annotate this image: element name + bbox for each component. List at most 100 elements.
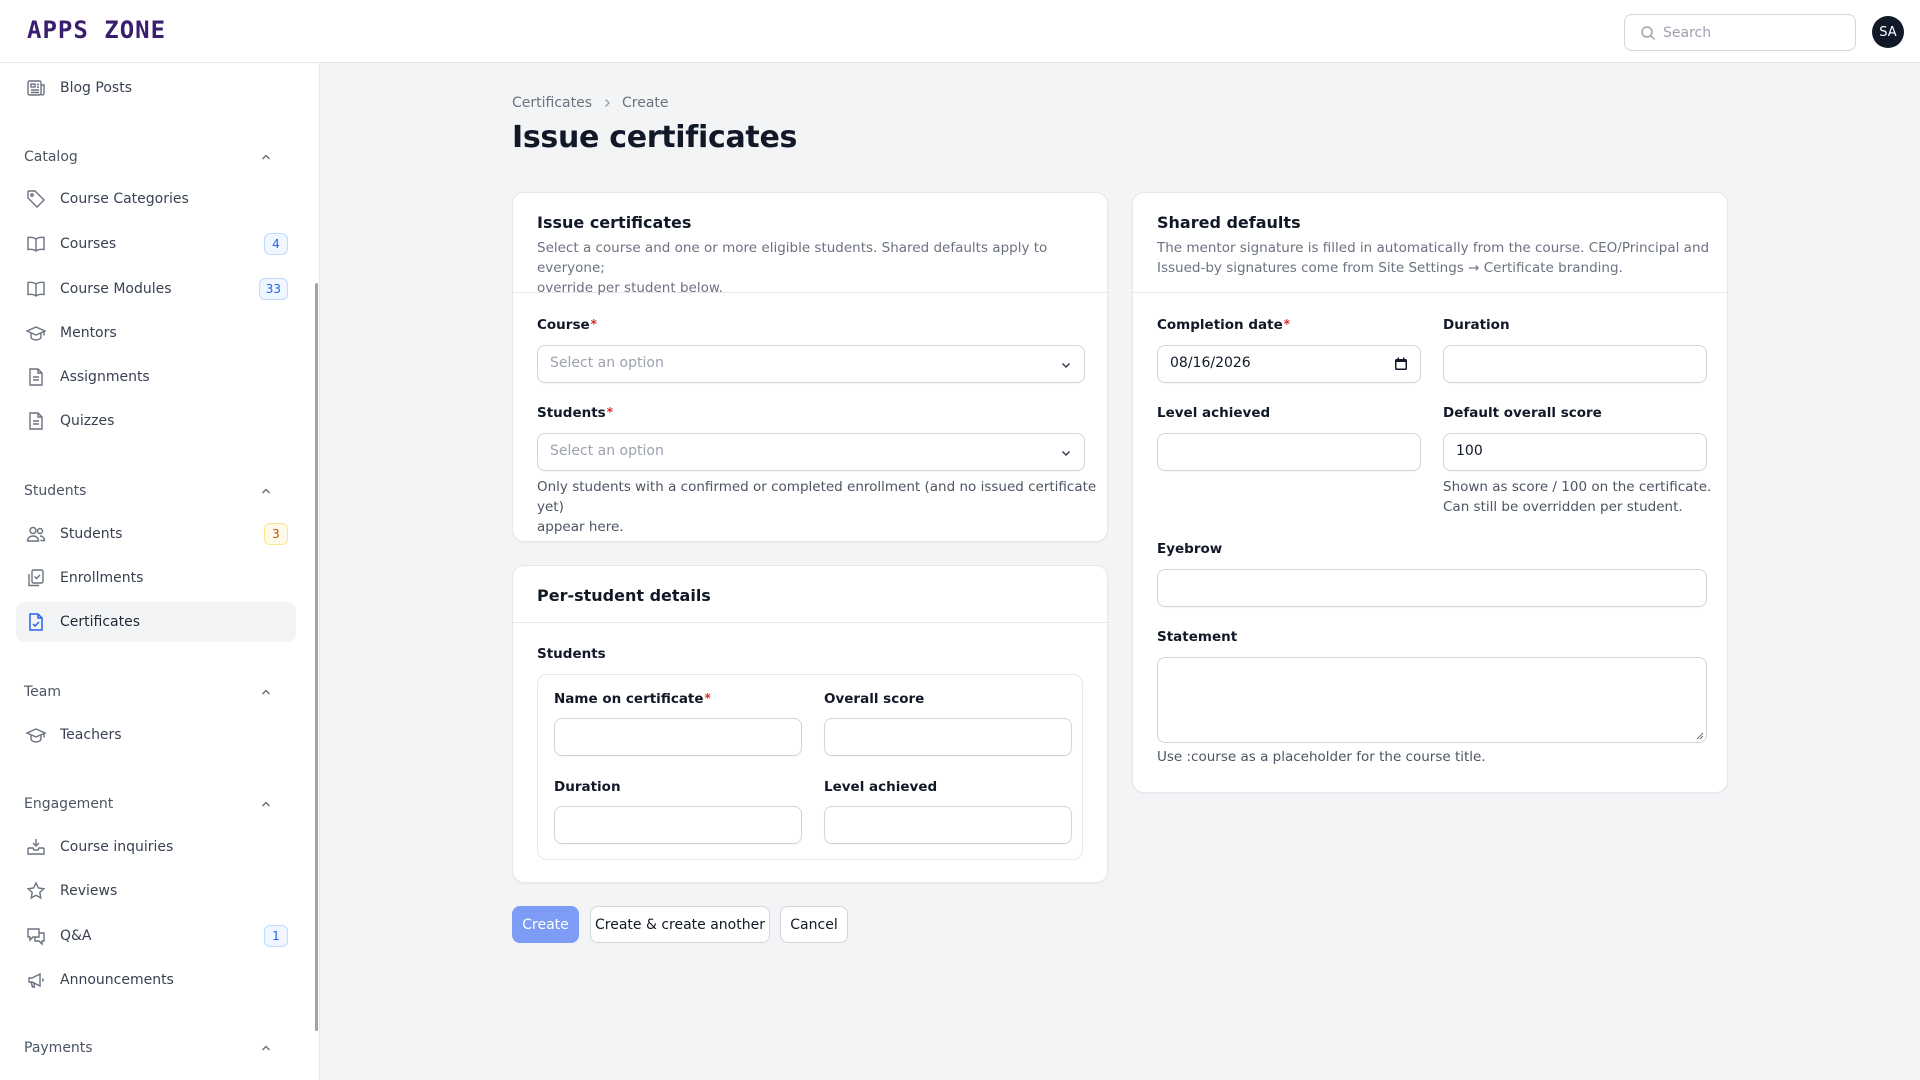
search-input[interactable] bbox=[1663, 21, 1843, 45]
label-text: Name on certificate bbox=[554, 691, 704, 707]
card-title: Issue certificates bbox=[537, 213, 692, 232]
card-header: Shared defaults The mentor signature is … bbox=[1133, 193, 1727, 293]
description-line: Select a course and one or more eligible… bbox=[537, 240, 1048, 276]
book-icon bbox=[27, 236, 45, 252]
sidebar-item-courses[interactable]: Courses 4 bbox=[16, 224, 296, 264]
app-logo[interactable]: APPS ZONE bbox=[27, 16, 166, 44]
date-value: 08/16/2026 bbox=[1170, 355, 1251, 371]
chevron-right-icon bbox=[605, 99, 611, 107]
chat-bubbles-icon bbox=[27, 928, 45, 946]
sidebar-item-label: Course Modules bbox=[60, 281, 172, 297]
user-avatar[interactable]: SA bbox=[1872, 16, 1904, 48]
calendar-icon[interactable] bbox=[1394, 357, 1408, 371]
select-placeholder: Select an option bbox=[550, 355, 664, 371]
star-icon bbox=[26, 881, 46, 900]
sidebar-scrollbar[interactable] bbox=[315, 283, 318, 1031]
sidebar-group-payments[interactable]: Payments bbox=[24, 1036, 284, 1060]
required-mark: * bbox=[590, 317, 597, 331]
statement-textarea[interactable] bbox=[1157, 657, 1707, 743]
sidebar-group-catalog[interactable]: Catalog bbox=[24, 145, 284, 169]
search-box[interactable] bbox=[1624, 14, 1856, 51]
chevron-up-icon bbox=[261, 488, 271, 494]
level-achieved-input[interactable] bbox=[1157, 433, 1421, 471]
select-placeholder: Select an option bbox=[550, 443, 664, 459]
sidebar-item-label: Teachers bbox=[60, 727, 122, 743]
duration-input[interactable] bbox=[554, 806, 802, 844]
sidebar-item-qa[interactable]: Q&A 1 bbox=[16, 916, 296, 956]
tag-icon bbox=[27, 190, 45, 208]
per-student-details-card: Per-student details Students Name on cer… bbox=[512, 565, 1108, 883]
sidebar-item-students[interactable]: Students 3 bbox=[16, 514, 296, 554]
sidebar-item-assignments[interactable]: Assignments bbox=[16, 357, 296, 397]
sidebar-item-teachers[interactable]: Teachers bbox=[16, 715, 296, 755]
chevron-up-icon bbox=[261, 689, 271, 695]
page-title: Issue certificates bbox=[512, 120, 798, 155]
help-line: appear here. bbox=[537, 519, 624, 535]
create-button[interactable]: Create bbox=[512, 906, 579, 943]
duration-label: Duration bbox=[554, 779, 621, 795]
label-text: Course bbox=[537, 317, 590, 333]
sidebar-item-label: Enrollments bbox=[60, 570, 144, 586]
level-achieved-input[interactable] bbox=[824, 806, 1072, 844]
sidebar-group-engagement[interactable]: Engagement bbox=[24, 792, 284, 816]
name-on-certificate-input[interactable] bbox=[554, 718, 802, 756]
duration-input[interactable] bbox=[1443, 345, 1707, 383]
sidebar-item-quizzes[interactable]: Quizzes bbox=[16, 401, 296, 441]
resize-handle-icon[interactable] bbox=[1694, 730, 1704, 740]
sidebar-item-label: Course inquiries bbox=[60, 839, 174, 855]
sidebar-item-reviews[interactable]: Reviews bbox=[16, 871, 296, 911]
sidebar-item-label: Courses bbox=[60, 236, 117, 252]
sidebar-item-label: Announcements bbox=[60, 972, 174, 988]
issue-certificates-card: Issue certificates Select a course and o… bbox=[512, 192, 1108, 542]
sidebar-item-announcements[interactable]: Announcements bbox=[16, 960, 296, 1000]
required-mark: * bbox=[704, 691, 711, 705]
sidebar: Blog Posts Catalog Course Categories Cou… bbox=[0, 63, 320, 1080]
duration-label: Duration bbox=[1443, 317, 1510, 333]
students-label: Students* bbox=[537, 405, 613, 421]
sidebar-group-label: Payments bbox=[24, 1040, 93, 1056]
students-select[interactable]: Select an option bbox=[537, 433, 1085, 471]
score-help-text: Shown as score / 100 on the certificate.… bbox=[1443, 477, 1711, 517]
name-on-certificate-label: Name on certificate* bbox=[554, 691, 711, 707]
create-and-create-another-button[interactable]: Create & create another bbox=[590, 906, 770, 943]
sidebar-group-label: Team bbox=[24, 684, 62, 700]
card-title: Shared defaults bbox=[1157, 213, 1301, 232]
course-select[interactable]: Select an option bbox=[537, 345, 1085, 383]
students-help-text: Only students with a confirmed or comple… bbox=[537, 477, 1107, 537]
sidebar-item-course-modules[interactable]: Course Modules 33 bbox=[16, 269, 296, 309]
sidebar-item-blog-posts[interactable]: Blog Posts bbox=[16, 68, 296, 108]
course-label: Course* bbox=[537, 317, 597, 333]
card-header: Issue certificates Select a course and o… bbox=[513, 193, 1107, 296]
chevron-up-icon bbox=[261, 801, 271, 807]
inbox-icon bbox=[27, 839, 45, 855]
default-overall-score-label: Default overall score bbox=[1443, 405, 1602, 421]
sidebar-group-students[interactable]: Students bbox=[24, 479, 284, 503]
help-line: Only students with a confirmed or comple… bbox=[537, 479, 1097, 515]
eyebrow-input[interactable] bbox=[1157, 569, 1707, 607]
completion-date-input[interactable]: 08/16/2026 bbox=[1157, 345, 1421, 383]
description-line: override per student below. bbox=[537, 280, 723, 296]
breadcrumb-link-certificates[interactable]: Certificates bbox=[512, 95, 592, 111]
overall-score-input[interactable] bbox=[824, 718, 1072, 756]
sidebar-item-certificates[interactable]: Certificates bbox=[16, 602, 296, 642]
document-icon bbox=[29, 368, 43, 386]
help-line: Shown as score / 100 on the certificate. bbox=[1443, 479, 1712, 495]
cancel-button[interactable]: Cancel bbox=[780, 906, 848, 943]
sidebar-item-label: Mentors bbox=[60, 325, 117, 341]
default-overall-score-input[interactable]: 100 bbox=[1443, 433, 1707, 471]
sidebar-item-course-categories[interactable]: Course Categories bbox=[16, 179, 296, 219]
required-mark: * bbox=[1283, 317, 1291, 331]
completion-date-label: Completion date* bbox=[1157, 317, 1290, 333]
users-icon bbox=[26, 526, 46, 542]
help-line: Can still be overridden per student. bbox=[1443, 499, 1683, 515]
count-badge: 33 bbox=[258, 278, 288, 300]
sidebar-group-team[interactable]: Team bbox=[24, 680, 284, 704]
sidebar-item-mentors[interactable]: Mentors bbox=[16, 313, 296, 353]
sidebar-item-label: Students bbox=[60, 526, 123, 542]
sidebar-item-enrollments[interactable]: Enrollments bbox=[16, 558, 296, 598]
sidebar-item-course-inquiries[interactable]: Course inquiries bbox=[16, 827, 296, 867]
sidebar-group-label: Catalog bbox=[24, 149, 78, 165]
sidebar-group-label: Students bbox=[24, 483, 87, 499]
overall-score-label: Overall score bbox=[824, 691, 925, 707]
count-badge: 3 bbox=[264, 523, 288, 545]
